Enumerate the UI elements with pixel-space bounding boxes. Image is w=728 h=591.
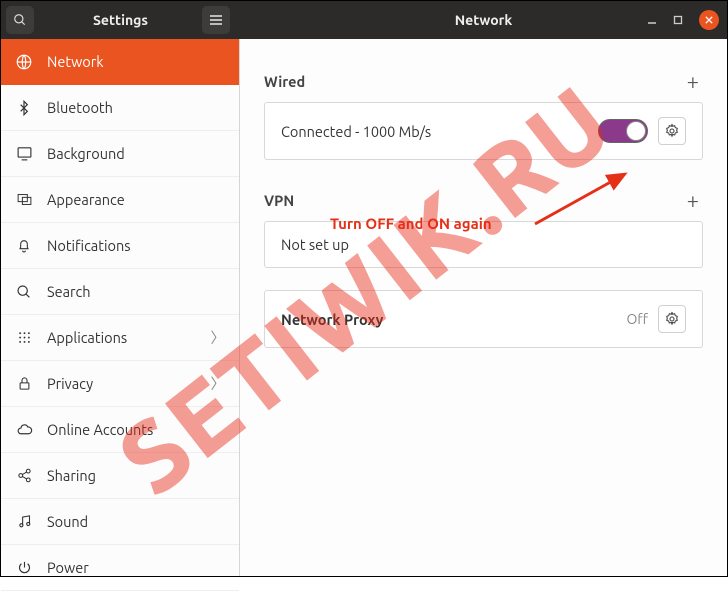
sidebar-item-sharing[interactable]: Sharing — [1, 453, 239, 499]
globe-icon — [15, 53, 33, 71]
bell-icon — [15, 238, 33, 254]
minimize-button[interactable] — [647, 11, 657, 29]
maximize-button[interactable] — [673, 11, 683, 29]
sidebar-item-label: Notifications — [47, 237, 131, 254]
vpn-row: Not set up — [265, 222, 702, 267]
sidebar-item-appearance[interactable]: Appearance — [1, 177, 239, 223]
sidebar-item-applications[interactable]: Applications 〉 — [1, 315, 239, 361]
bluetooth-icon — [15, 100, 33, 116]
sidebar-item-background[interactable]: Background — [1, 131, 239, 177]
header-bar: Settings Network — [1, 1, 727, 39]
vpn-panel: Not set up — [264, 221, 703, 268]
sidebar-item-label: Applications — [47, 329, 127, 346]
wired-section-head: Wired + — [264, 69, 703, 94]
sidebar-item-notifications[interactable]: Notifications — [1, 223, 239, 269]
vpn-section-head: VPN + — [264, 188, 703, 213]
wired-panel: Connected - 1000 Mb/s — [264, 102, 703, 160]
minimize-icon — [647, 15, 657, 25]
sidebar-item-power[interactable]: Power — [1, 545, 239, 591]
wired-row: Connected - 1000 Mb/s — [265, 103, 702, 159]
content-area: Wired + Connected - 1000 Mb/s VPN + — [240, 39, 727, 576]
search-button[interactable] — [6, 6, 34, 34]
settings-title: Settings — [93, 12, 148, 28]
sidebar-item-online-accounts[interactable]: Online Accounts — [1, 407, 239, 453]
hamburger-icon — [209, 14, 223, 26]
grid-icon — [15, 330, 33, 345]
share-icon — [15, 468, 33, 483]
sidebar-item-label: Sound — [47, 513, 88, 530]
proxy-panel: Network Proxy Off — [264, 290, 703, 348]
sidebar-item-label: Privacy — [47, 375, 93, 392]
sidebar-item-label: Online Accounts — [47, 421, 153, 438]
wired-settings-button[interactable] — [658, 117, 686, 145]
header-left: Settings — [1, 1, 240, 39]
vpn-status: Not set up — [281, 236, 349, 253]
proxy-settings-button[interactable] — [658, 305, 686, 333]
gear-icon — [664, 311, 680, 327]
music-icon — [15, 514, 33, 529]
sidebar-item-label: Bluetooth — [47, 99, 113, 116]
search-icon — [15, 284, 33, 300]
window-controls — [647, 10, 719, 30]
sidebar-item-search[interactable]: Search — [1, 269, 239, 315]
close-button[interactable] — [699, 10, 719, 30]
maximize-icon — [673, 15, 683, 25]
close-icon — [705, 16, 713, 24]
wired-toggle[interactable] — [598, 119, 648, 143]
sidebar-item-label: Sharing — [47, 467, 96, 484]
power-icon — [15, 560, 33, 575]
sidebar-item-label: Search — [47, 283, 91, 300]
sidebar-item-label: Power — [47, 559, 89, 576]
proxy-title: Network Proxy — [281, 311, 383, 328]
gear-icon — [664, 123, 680, 139]
sidebar-item-bluetooth[interactable]: Bluetooth — [1, 85, 239, 131]
sidebar-item-sound[interactable]: Sound — [1, 499, 239, 545]
proxy-row[interactable]: Network Proxy Off — [265, 291, 702, 347]
lock-icon — [15, 376, 33, 391]
wired-title: Wired — [264, 73, 305, 90]
body-area: Network Bluetooth Background Appearance … — [1, 39, 727, 576]
appearance-icon — [15, 191, 33, 208]
sidebar: Network Bluetooth Background Appearance … — [1, 39, 240, 576]
wired-status: Connected - 1000 Mb/s — [281, 123, 431, 140]
vpn-add-button[interactable]: + — [683, 188, 703, 213]
chevron-right-icon: 〉 — [211, 373, 226, 394]
chevron-right-icon: 〉 — [211, 327, 226, 348]
proxy-status: Off — [626, 311, 648, 327]
hamburger-button[interactable] — [202, 6, 230, 34]
search-icon — [13, 13, 27, 27]
toggle-knob — [626, 121, 646, 141]
sidebar-item-label: Network — [47, 53, 104, 70]
wired-add-button[interactable]: + — [683, 69, 703, 94]
page-title: Network — [455, 12, 513, 28]
sidebar-item-network[interactable]: Network — [1, 39, 239, 85]
sidebar-item-privacy[interactable]: Privacy 〉 — [1, 361, 239, 407]
display-icon — [15, 145, 33, 162]
cloud-icon — [15, 421, 33, 438]
sidebar-item-label: Appearance — [47, 191, 125, 208]
vpn-title: VPN — [264, 192, 294, 209]
sidebar-item-label: Background — [47, 145, 125, 162]
header-right: Network — [240, 1, 727, 39]
